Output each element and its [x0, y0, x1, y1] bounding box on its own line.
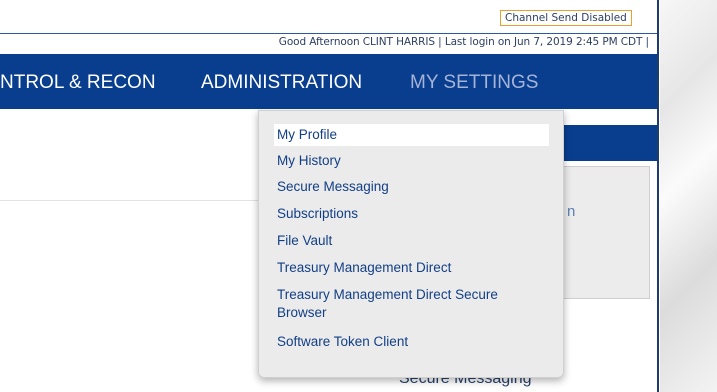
greeting-bar: Good Afternoon CLINT HARRIS | Last login…: [0, 33, 657, 53]
menu-item-software-token-client[interactable]: Software Token Client: [274, 331, 549, 353]
menu-item-file-vault[interactable]: File Vault: [274, 230, 549, 252]
background-decoration: [660, 0, 717, 392]
menu-item-treasury-management-direct[interactable]: Treasury Management Direct: [274, 257, 549, 279]
greeting-text: Good Afternoon CLINT HARRIS | Last login…: [278, 36, 649, 48]
my-settings-dropdown: My Profile My History Secure Messaging S…: [258, 110, 564, 378]
nav-item-administration[interactable]: ADMINISTRATION: [201, 72, 362, 94]
nav-item-control-recon[interactable]: NTROL & RECON: [0, 72, 156, 94]
menu-item-my-profile[interactable]: My Profile: [274, 124, 549, 146]
menu-item-treasury-management-direct-secure-browser[interactable]: Treasury Management Direct Secure Browse…: [274, 284, 549, 324]
divider: [0, 200, 258, 201]
panel-partial-text: n: [567, 203, 576, 220]
menu-item-my-history[interactable]: My History: [274, 150, 549, 172]
menu-item-subscriptions[interactable]: Subscriptions: [274, 203, 549, 225]
main-nav: NTROL & RECON ADMINISTRATION MY SETTINGS: [0, 54, 657, 109]
nav-item-my-settings[interactable]: MY SETTINGS: [410, 72, 538, 94]
menu-item-secure-messaging[interactable]: Secure Messaging: [274, 176, 549, 198]
channel-status-badge: Channel Send Disabled: [500, 10, 632, 26]
